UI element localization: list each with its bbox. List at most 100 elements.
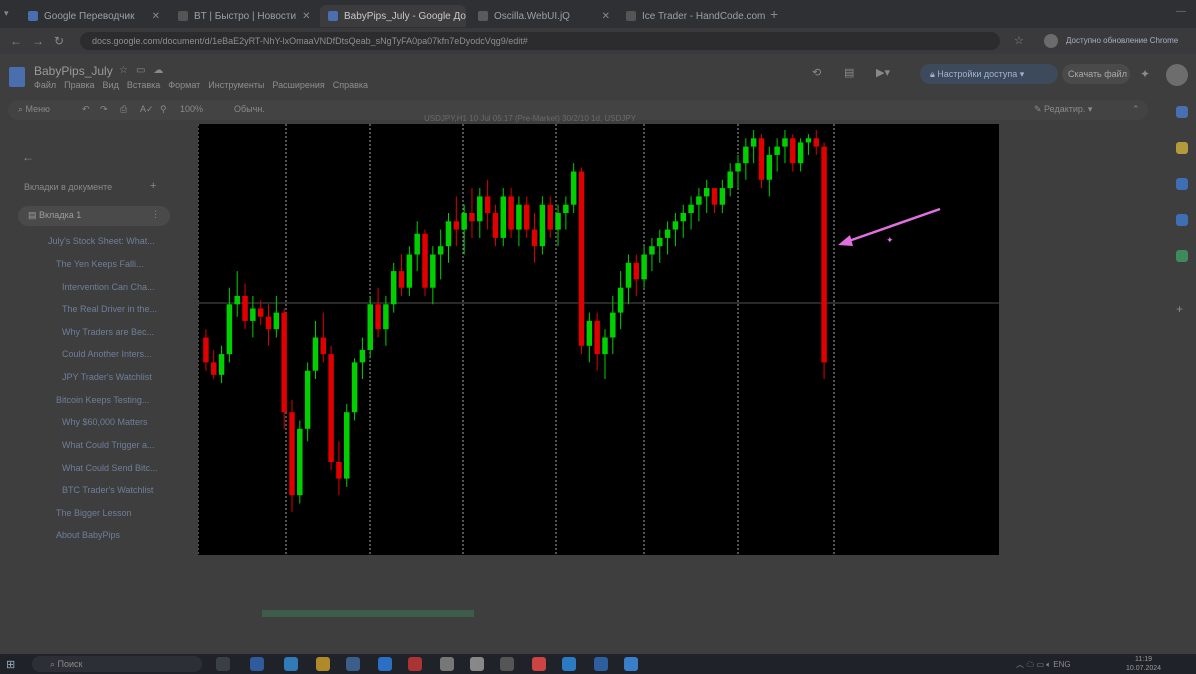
- telegram-icon[interactable]: [562, 657, 576, 671]
- undo-icon[interactable]: ↶: [82, 104, 90, 115]
- calendar-icon[interactable]: [1176, 106, 1188, 118]
- outline-item[interactable]: The Real Driver in the...: [62, 304, 157, 314]
- candlestick: [649, 237, 655, 272]
- meet-icon[interactable]: ▶▾: [876, 66, 890, 79]
- app-icon[interactable]: [378, 657, 392, 671]
- app-icon[interactable]: [250, 657, 264, 671]
- language-indicator[interactable]: ENG: [1053, 660, 1070, 669]
- back-arrow-icon[interactable]: ←: [22, 150, 34, 164]
- close-icon[interactable]: ✕: [602, 11, 610, 22]
- download-button[interactable]: Скачать файл: [1062, 64, 1130, 84]
- bookmark-star-icon[interactable]: ☆: [1014, 34, 1024, 47]
- store-icon[interactable]: [346, 657, 360, 671]
- outline-item[interactable]: About BabyPips: [56, 530, 120, 540]
- tab-oscilla[interactable]: Oscilla.WebUI.jQ ✕: [470, 5, 618, 27]
- folder-icon[interactable]: ▭: [136, 65, 153, 76]
- menu-edit[interactable]: Правка: [64, 80, 94, 90]
- explorer-icon[interactable]: [316, 657, 330, 671]
- menu-tools[interactable]: Инструменты: [208, 80, 264, 90]
- forward-icon[interactable]: →: [32, 34, 44, 48]
- close-icon[interactable]: ✕: [152, 11, 160, 22]
- task-view-icon[interactable]: [216, 657, 230, 671]
- tab-ice-trader[interactable]: Ice Trader - HandCode.com ✕: [618, 5, 766, 27]
- outline-item[interactable]: July's Stock Sheet: What...: [48, 236, 155, 246]
- print-icon[interactable]: ⎙: [120, 104, 127, 115]
- user-avatar[interactable]: [1166, 64, 1188, 86]
- outline-item[interactable]: What Could Send Bitc...: [62, 463, 158, 473]
- editing-mode-select[interactable]: ✎ Редактир. ▾: [1034, 104, 1092, 115]
- system-tray[interactable]: ︿ ☁ ▭ 🔈︎ ENG: [1016, 659, 1071, 670]
- bearish-candle-body: [813, 138, 820, 147]
- new-tab-button[interactable]: +: [770, 6, 778, 22]
- outline-item[interactable]: BTC Trader's Watchlist: [62, 485, 153, 495]
- outline-item[interactable]: The Bigger Lesson: [56, 508, 132, 518]
- spellcheck-icon[interactable]: A✓: [140, 104, 154, 115]
- tab-google-translate[interactable]: Google Переводчик ✕: [20, 5, 168, 27]
- app-icon[interactable]: [440, 657, 454, 671]
- paint-format-icon[interactable]: ⚲: [160, 104, 167, 115]
- app-icon[interactable]: [594, 657, 608, 671]
- url-field[interactable]: docs.google.com/document/d/1eBaE2yRT-NhY…: [80, 32, 1000, 50]
- taskbar-search[interactable]: ⌕ Поиск: [32, 656, 202, 672]
- bullish-candle-body: [680, 213, 686, 222]
- reload-icon[interactable]: ↻: [54, 34, 64, 48]
- add-tab-button[interactable]: +: [150, 180, 156, 192]
- candlestick: [281, 308, 287, 429]
- outline-item[interactable]: Why Traders are Bec...: [62, 327, 154, 337]
- tasks-icon[interactable]: [1176, 178, 1188, 190]
- price-chart[interactable]: ✦: [198, 124, 999, 555]
- more-options-icon[interactable]: ⋮: [151, 209, 160, 220]
- maps-icon[interactable]: [1176, 250, 1188, 262]
- app-icon[interactable]: [500, 657, 514, 671]
- collapse-toolbar-icon[interactable]: ⌃: [1132, 104, 1140, 115]
- menu-help[interactable]: Справка: [333, 80, 368, 90]
- menu-insert[interactable]: Вставка: [127, 80, 160, 90]
- profile-avatar[interactable]: [1044, 34, 1058, 48]
- tab-news[interactable]: BT | Быстро | Новости ✕: [170, 5, 318, 27]
- candlestick: [242, 283, 248, 330]
- keep-icon[interactable]: [1176, 142, 1188, 154]
- zoom-select[interactable]: 100%: [180, 104, 203, 114]
- contacts-icon[interactable]: [1176, 214, 1188, 226]
- outline-item[interactable]: Intervention Can Cha...: [62, 282, 155, 292]
- menu-format[interactable]: Формат: [168, 80, 200, 90]
- tab-search-icon[interactable]: ▾: [4, 8, 9, 19]
- document-title[interactable]: BabyPips_July: [34, 64, 113, 78]
- windows-start-icon[interactable]: ⊞: [6, 658, 18, 671]
- menu-file[interactable]: Файл: [34, 80, 56, 90]
- outline-item[interactable]: Why $60,000 Matters: [62, 417, 148, 427]
- style-select[interactable]: Обычн.: [234, 104, 265, 114]
- docs-logo-icon[interactable]: [9, 67, 25, 87]
- gemini-icon[interactable]: ✦: [1140, 67, 1150, 81]
- close-icon[interactable]: ✕: [302, 11, 310, 22]
- clock[interactable]: 11:19 10.07.2024: [1126, 655, 1161, 673]
- outline-item[interactable]: Could Another Inters...: [62, 349, 152, 359]
- menu-view[interactable]: Вид: [103, 80, 119, 90]
- candlestick: [594, 312, 600, 371]
- app-icon[interactable]: [470, 657, 484, 671]
- add-addon-icon[interactable]: +: [1176, 302, 1188, 316]
- outline-item[interactable]: JPY Trader's Watchlist: [62, 372, 152, 382]
- app-icon[interactable]: [624, 657, 638, 671]
- chrome-icon[interactable]: [532, 657, 546, 671]
- outline-item[interactable]: Bitcoin Keeps Testing...: [56, 395, 149, 405]
- menu-extensions[interactable]: Расширения: [272, 80, 324, 90]
- app-icon[interactable]: [408, 657, 422, 671]
- outline-item[interactable]: The Yen Keeps Falli...: [56, 259, 144, 269]
- star-icon[interactable]: ☆: [119, 65, 136, 76]
- share-access-button[interactable]: 🔒︎ Настройки доступа ▾: [920, 64, 1058, 84]
- bullish-candle-body: [516, 204, 522, 230]
- redo-icon[interactable]: ↷: [100, 104, 108, 115]
- comments-icon[interactable]: ▤: [844, 66, 854, 79]
- edge-icon[interactable]: [284, 657, 298, 671]
- update-chrome-button[interactable]: Доступно обновление Chrome: [1066, 36, 1178, 45]
- menu-search-button[interactable]: ⌕ Меню: [18, 104, 50, 115]
- document-tab-1[interactable]: ▤ Вкладка 1 ⋮: [18, 206, 170, 226]
- candlestick: [375, 287, 381, 338]
- bullish-candle-body: [672, 221, 679, 230]
- window-controls[interactable]: —: [1176, 6, 1186, 17]
- back-icon[interactable]: ←: [10, 34, 22, 48]
- tab-google-docs[interactable]: BabyPips_July - Google Докум ✕: [320, 5, 466, 27]
- history-icon[interactable]: ⟲: [812, 66, 821, 79]
- outline-item[interactable]: What Could Trigger a...: [62, 440, 155, 450]
